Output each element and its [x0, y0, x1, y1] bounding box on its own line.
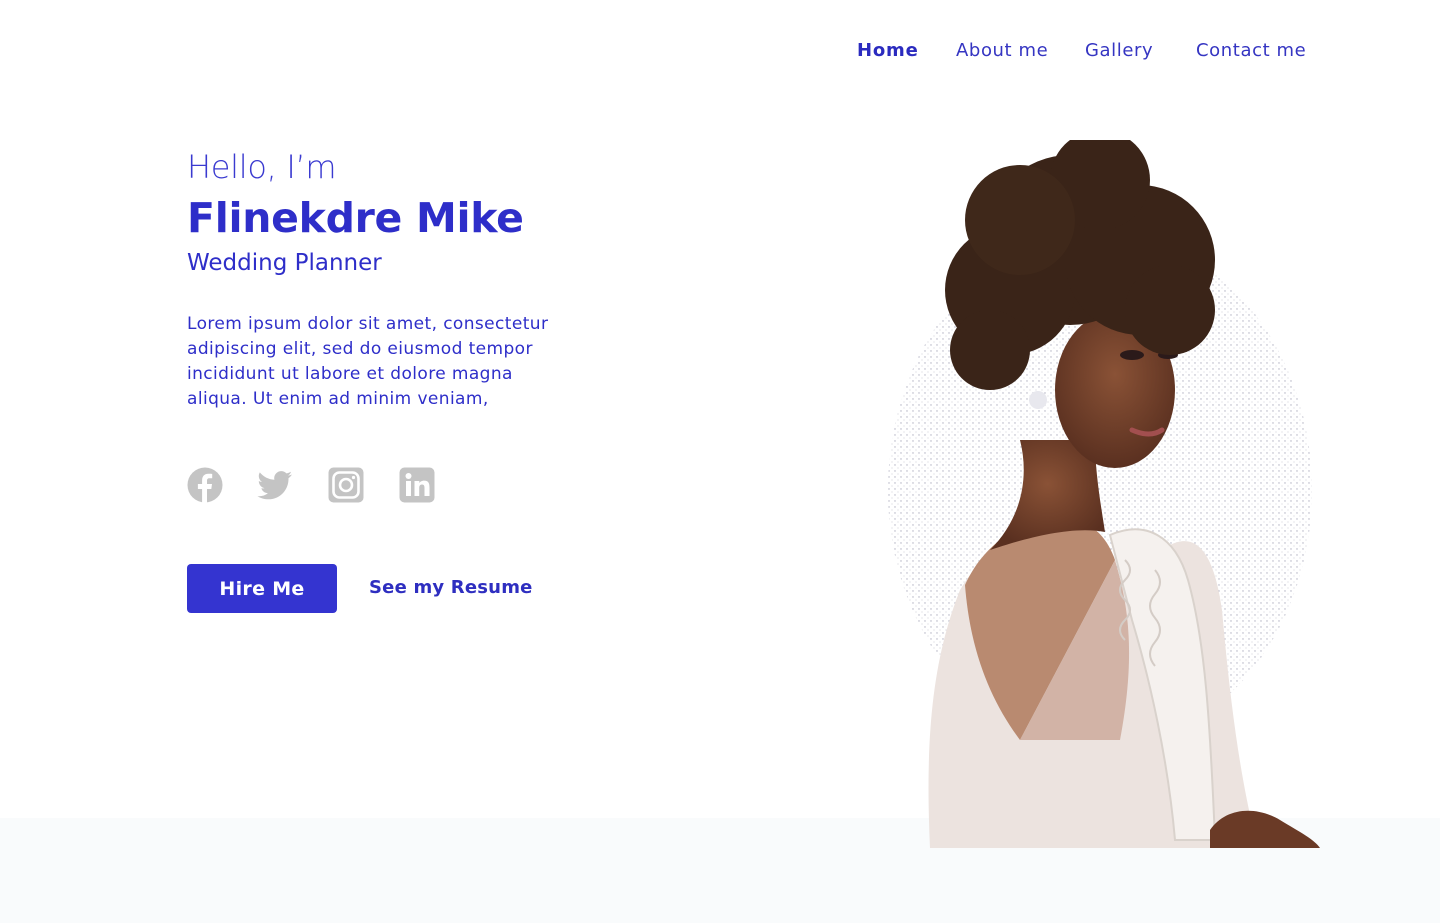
- hero-role: Wedding Planner: [187, 250, 382, 276]
- social-links: [187, 467, 447, 503]
- linkedin-icon[interactable]: [399, 467, 435, 503]
- nav-contact-me[interactable]: Contact me: [1196, 40, 1306, 61]
- nav-about-me[interactable]: About me: [956, 40, 1048, 61]
- facebook-icon[interactable]: [187, 467, 223, 503]
- hero-name: Flinekdre Mike: [187, 194, 524, 242]
- hire-me-button[interactable]: Hire Me: [187, 564, 337, 613]
- twitter-icon[interactable]: [257, 467, 293, 503]
- hero-bio: Lorem ipsum dolor sit amet, consectetur …: [187, 314, 549, 409]
- nav-home[interactable]: Home: [857, 40, 919, 61]
- top-nav: Home About me Gallery Contact me: [0, 40, 1440, 70]
- hero-greeting: Hello, I’m: [187, 148, 337, 186]
- nav-gallery[interactable]: Gallery: [1085, 40, 1153, 61]
- profile-photo: [870, 140, 1330, 848]
- see-resume-link[interactable]: See my Resume: [369, 577, 533, 598]
- instagram-icon[interactable]: [328, 467, 364, 503]
